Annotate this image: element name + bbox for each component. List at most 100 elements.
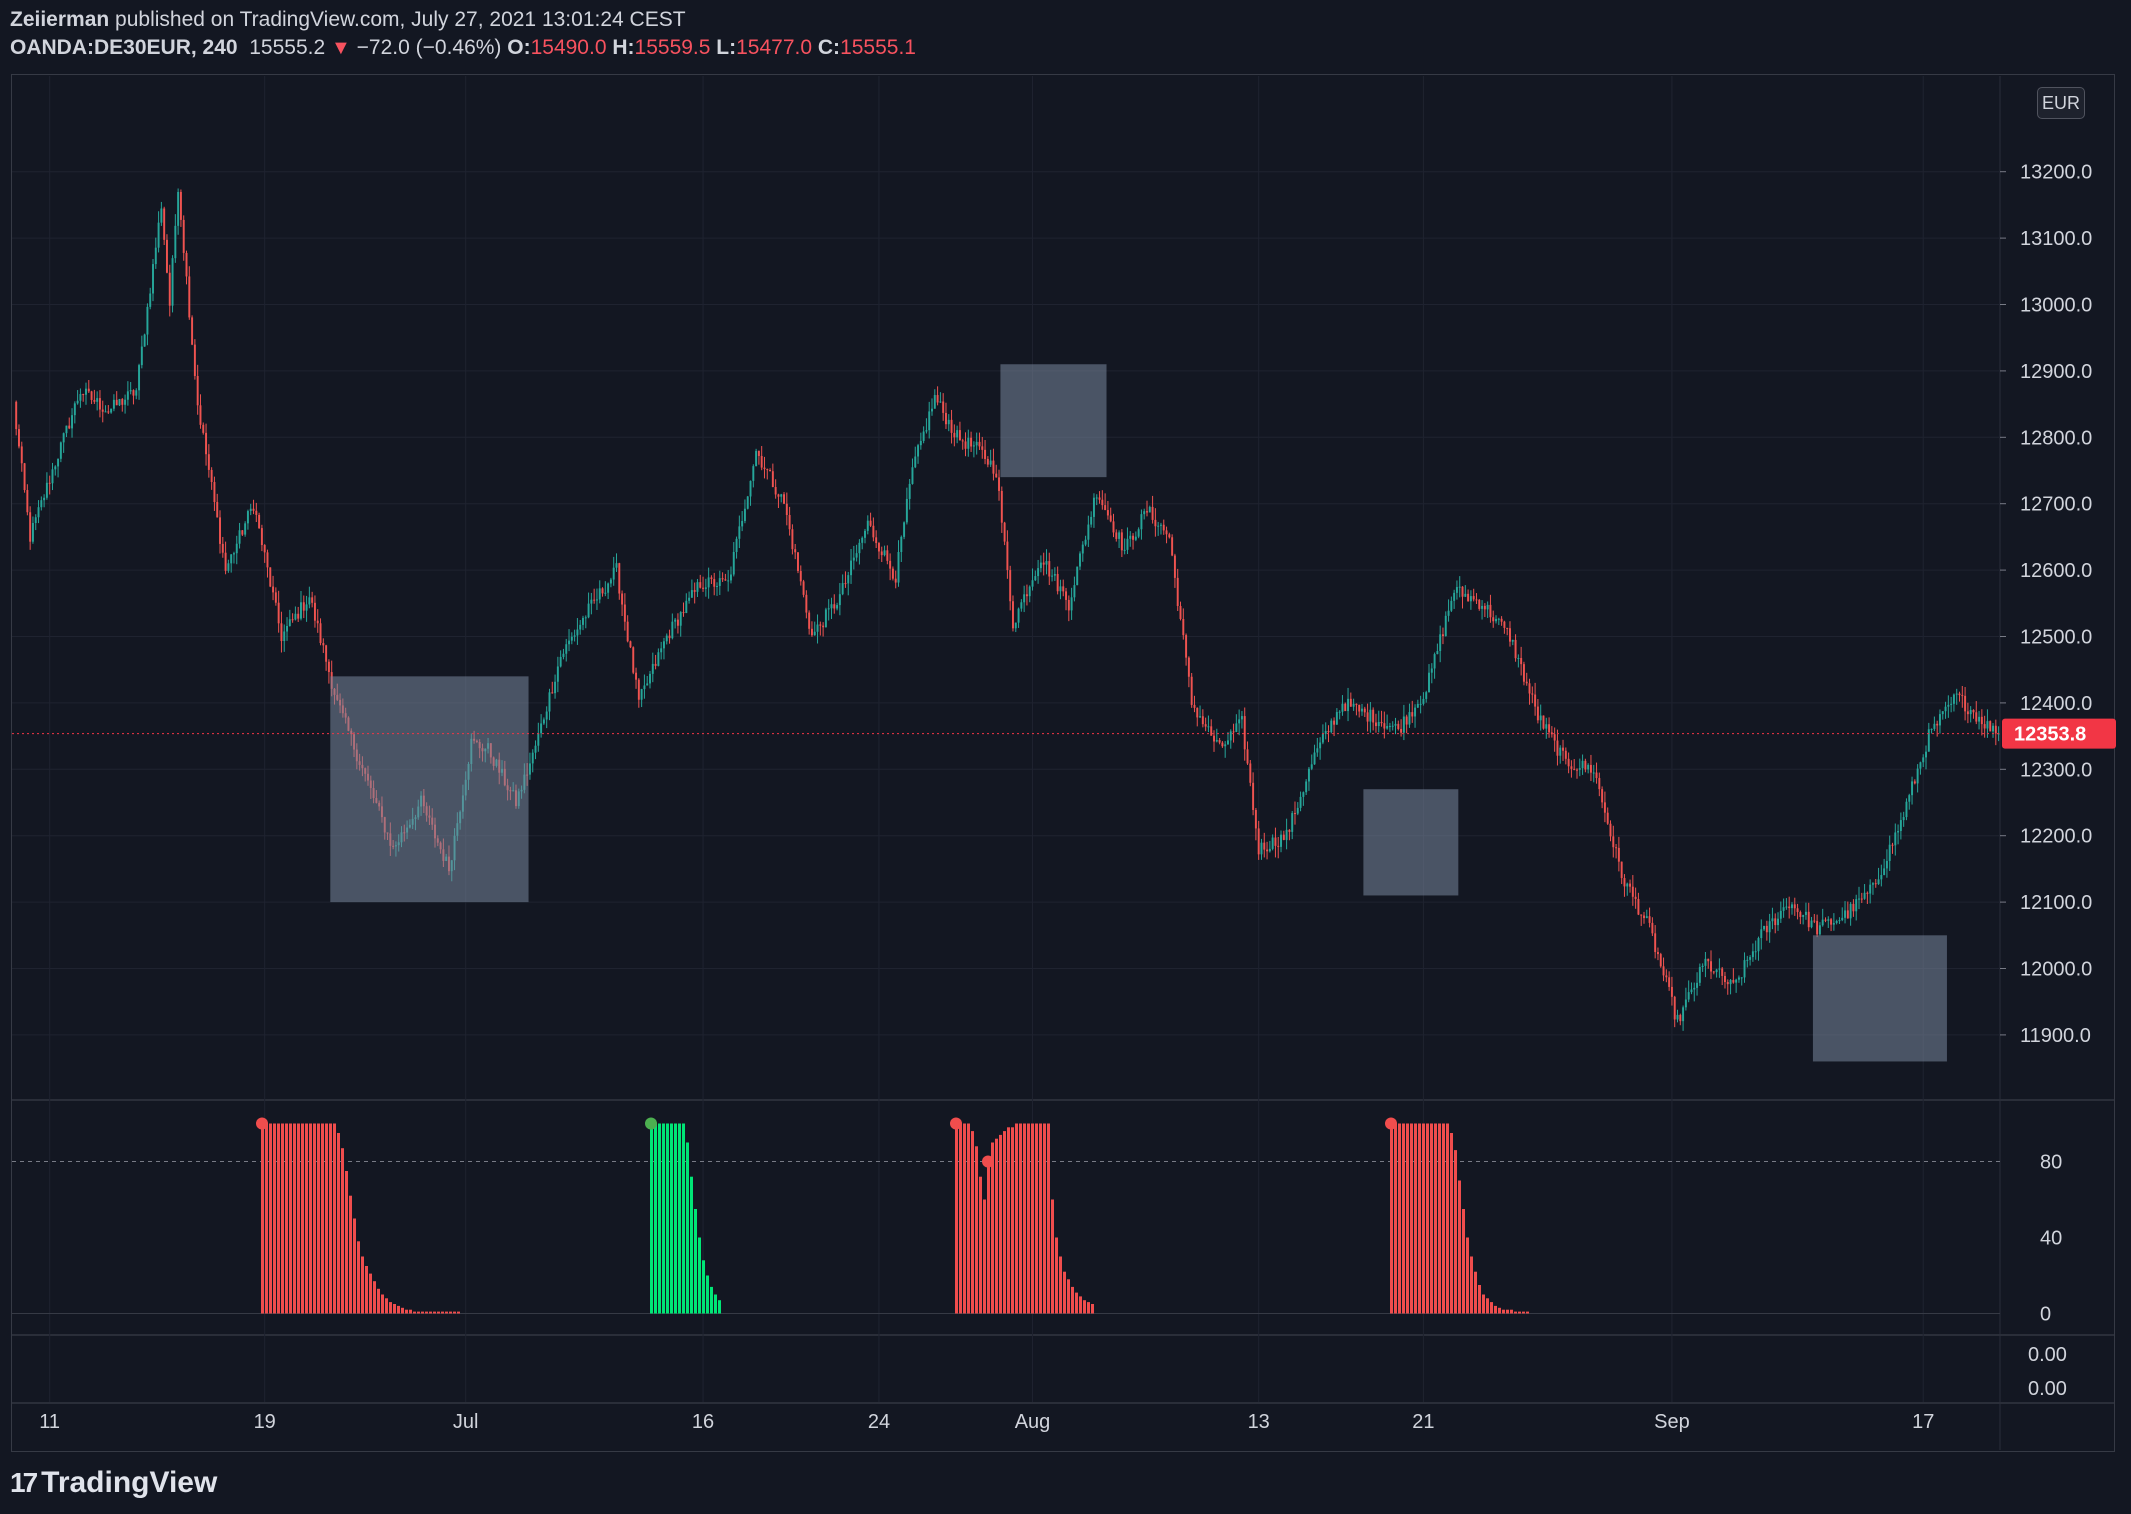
candle-body xyxy=(735,538,738,553)
brand-name: TradingView xyxy=(41,1466,218,1499)
osc-bar xyxy=(1031,1123,1034,1314)
candle-body xyxy=(1464,593,1467,597)
candle-body xyxy=(1481,605,1484,609)
candle-body xyxy=(37,507,40,518)
candle-body xyxy=(1665,975,1668,978)
candle-body xyxy=(660,648,663,653)
candle-body xyxy=(1475,599,1478,601)
osc-bar xyxy=(1390,1123,1393,1314)
candle-body xyxy=(244,523,247,535)
osc-bar xyxy=(305,1123,308,1314)
chart-canvas[interactable]: 13200.0 13100.0 13000.0 12900.0 12800.0 12700… xyxy=(0,0,2131,1514)
candle-body xyxy=(179,191,182,220)
candle-body xyxy=(1740,977,1743,979)
candle-body xyxy=(785,503,788,515)
candle-body xyxy=(1355,703,1358,705)
candle-body xyxy=(766,469,769,471)
osc-bar xyxy=(1474,1271,1477,1314)
candle-body xyxy=(1483,605,1486,610)
candle-body xyxy=(1232,731,1235,733)
currency-button[interactable]: EUR xyxy=(2037,87,2085,119)
candle-body xyxy=(922,431,925,441)
candle-body xyxy=(1414,707,1417,717)
candle-body xyxy=(118,399,121,406)
candle-body xyxy=(531,752,534,764)
candle-body xyxy=(171,258,174,306)
price-tick-label: 11900.0 xyxy=(2020,1025,2091,1047)
candle-body xyxy=(1347,698,1350,712)
candle-body xyxy=(252,508,255,511)
candle-body xyxy=(1146,511,1148,513)
candle-body xyxy=(1662,966,1665,976)
candle-body xyxy=(1969,709,1972,715)
candle-body xyxy=(1919,762,1922,769)
candle-body xyxy=(165,239,168,273)
candle-body xyxy=(1545,724,1548,729)
candle-body xyxy=(1598,778,1601,790)
candle-body xyxy=(1467,593,1470,602)
osc-bar xyxy=(1502,1309,1505,1314)
candle-body xyxy=(1961,695,1964,697)
candle-body xyxy=(1732,980,1735,983)
candle-body xyxy=(1199,716,1202,718)
candle-body xyxy=(612,567,615,580)
candle-body xyxy=(1793,904,1796,909)
candle-body xyxy=(149,293,152,307)
osc-bar xyxy=(702,1260,705,1314)
candle-body xyxy=(1260,842,1263,855)
candle-body xyxy=(875,537,878,544)
candle-body xyxy=(780,494,783,497)
candle-body xyxy=(1827,919,1830,921)
candle-body xyxy=(1129,535,1132,539)
candle-body xyxy=(1294,813,1296,815)
candle-body xyxy=(1118,532,1121,539)
candle-body xyxy=(847,575,850,584)
candle-body xyxy=(850,560,853,576)
osc-bar xyxy=(1514,1311,1517,1314)
tradingview-logo[interactable]: 17 TradingView xyxy=(10,1466,217,1500)
osc-bar xyxy=(293,1123,296,1314)
candle-body xyxy=(607,583,610,593)
candle-body xyxy=(68,425,71,429)
candle-body xyxy=(861,537,864,543)
candle-body xyxy=(210,469,213,483)
candle-body xyxy=(1539,715,1542,721)
candle-body xyxy=(1986,721,1989,729)
candle-body xyxy=(1455,587,1458,593)
candle-body xyxy=(1299,796,1302,808)
candle-body xyxy=(1246,749,1249,764)
candle-body xyxy=(1062,586,1065,592)
osc-bar xyxy=(1015,1123,1018,1314)
candle-body xyxy=(545,711,548,720)
candle-body xyxy=(1548,724,1551,733)
candle-body xyxy=(1134,536,1137,540)
candle-body xyxy=(805,594,808,613)
candle-body xyxy=(810,628,813,636)
candle-body xyxy=(1718,968,1721,970)
candle-body xyxy=(1947,704,1950,707)
osc-bar xyxy=(337,1133,340,1314)
candle-body xyxy=(573,635,576,637)
osc-bar xyxy=(1035,1123,1038,1314)
candle-body xyxy=(674,619,677,622)
candle-body xyxy=(755,450,758,467)
osc-bar xyxy=(1043,1123,1046,1314)
candle-body xyxy=(919,440,922,446)
candle-body xyxy=(1187,657,1190,677)
candle-body xyxy=(609,579,612,584)
candle-body xyxy=(707,577,710,588)
candle-body xyxy=(626,621,629,642)
candle-body xyxy=(1916,768,1919,784)
candle-body xyxy=(760,455,763,468)
candle-body xyxy=(1696,982,1699,988)
candle-body xyxy=(1754,951,1757,953)
osc-bar xyxy=(1087,1302,1090,1314)
candle-body xyxy=(710,577,713,580)
candle-body xyxy=(1690,989,1693,993)
candle-body xyxy=(1204,724,1207,727)
candle-body xyxy=(1687,992,1690,1000)
osc-bar xyxy=(686,1142,689,1314)
osc-bar xyxy=(1414,1123,1417,1314)
candle-body xyxy=(1802,914,1805,917)
candle-body xyxy=(54,466,57,470)
